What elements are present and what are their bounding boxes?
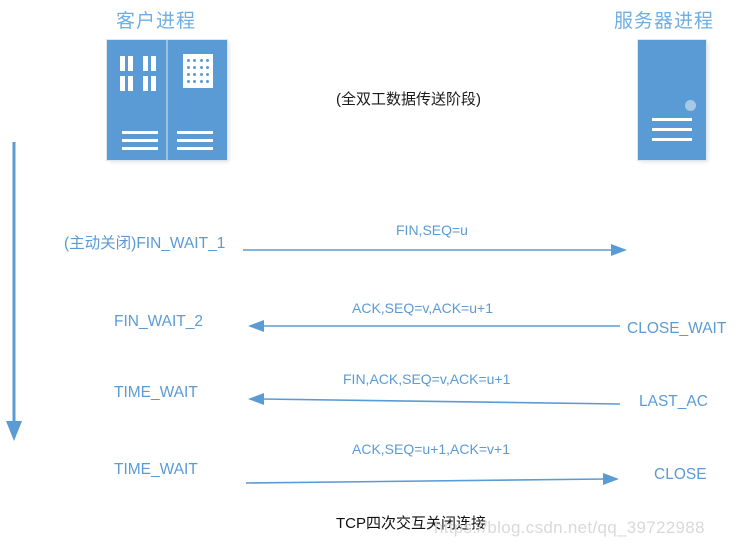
message-label-4: ACK,SEQ=u+1,ACK=v+1 bbox=[352, 441, 510, 457]
client-workstation-icon bbox=[107, 40, 227, 160]
server-icon-stack-line bbox=[652, 118, 692, 121]
client-icon-stack-line bbox=[122, 131, 158, 134]
client-icon-bar bbox=[143, 56, 148, 71]
client-icon-bar bbox=[151, 76, 156, 91]
client-icon-stack-line bbox=[177, 147, 213, 150]
client-process-title: 客户进程 bbox=[116, 11, 197, 32]
client-icon-bar bbox=[143, 76, 148, 91]
message-arrow-2 bbox=[248, 320, 620, 332]
server-process-title: 服务器进程 bbox=[614, 11, 715, 32]
client-state-label-3: TIME_WAIT bbox=[114, 384, 198, 401]
client-icon-bar bbox=[151, 56, 156, 71]
client-state-label-4: TIME_WAIT bbox=[114, 461, 198, 478]
server-state-label-3: LAST_AC bbox=[639, 393, 708, 410]
client-state-label-2: FIN_WAIT_2 bbox=[114, 313, 203, 330]
message-arrow-1 bbox=[243, 244, 627, 256]
client-icon-dot-grid bbox=[183, 54, 213, 88]
message-arrow-4 bbox=[246, 473, 619, 485]
client-icon-bar bbox=[128, 76, 133, 91]
server-icon-stack-line bbox=[652, 128, 692, 131]
server-rack-icon bbox=[638, 40, 706, 160]
message-label-3: FIN,ACK,SEQ=v,ACK=u+1 bbox=[343, 371, 511, 387]
message-label-2: ACK,SEQ=v,ACK=u+1 bbox=[352, 300, 493, 316]
server-state-label-4: CLOSE bbox=[654, 466, 707, 483]
full-duplex-phase-label: (全双工数据传送阶段) bbox=[336, 91, 481, 108]
client-icon-divider bbox=[166, 40, 168, 160]
server-state-label-2: CLOSE_WAIT bbox=[627, 320, 727, 337]
client-state-label-1: (主动关闭)FIN_WAIT_1 bbox=[64, 235, 226, 252]
csdn-watermark: https://blog.csdn.net/qq_39722988 bbox=[434, 518, 705, 537]
client-icon-bar bbox=[128, 56, 133, 71]
client-icon-bar bbox=[120, 56, 125, 71]
client-icon-bar bbox=[120, 76, 125, 91]
message-arrow-3 bbox=[248, 393, 620, 405]
server-icon-status-led bbox=[685, 100, 696, 111]
downward-time-arrow-icon bbox=[6, 142, 22, 441]
client-icon-stack-line bbox=[177, 139, 213, 142]
client-icon-stack-line bbox=[122, 139, 158, 142]
tcp-four-way-handshake-diagram: 客户进程 服务器进程 (全双工数据传送阶段) (主动关闭)FIN_WAIT_1 … bbox=[0, 0, 746, 555]
server-icon-stack-line bbox=[652, 138, 692, 141]
client-icon-stack-line bbox=[177, 131, 213, 134]
message-label-1: FIN,SEQ=u bbox=[396, 222, 468, 238]
client-icon-stack-line bbox=[122, 147, 158, 150]
